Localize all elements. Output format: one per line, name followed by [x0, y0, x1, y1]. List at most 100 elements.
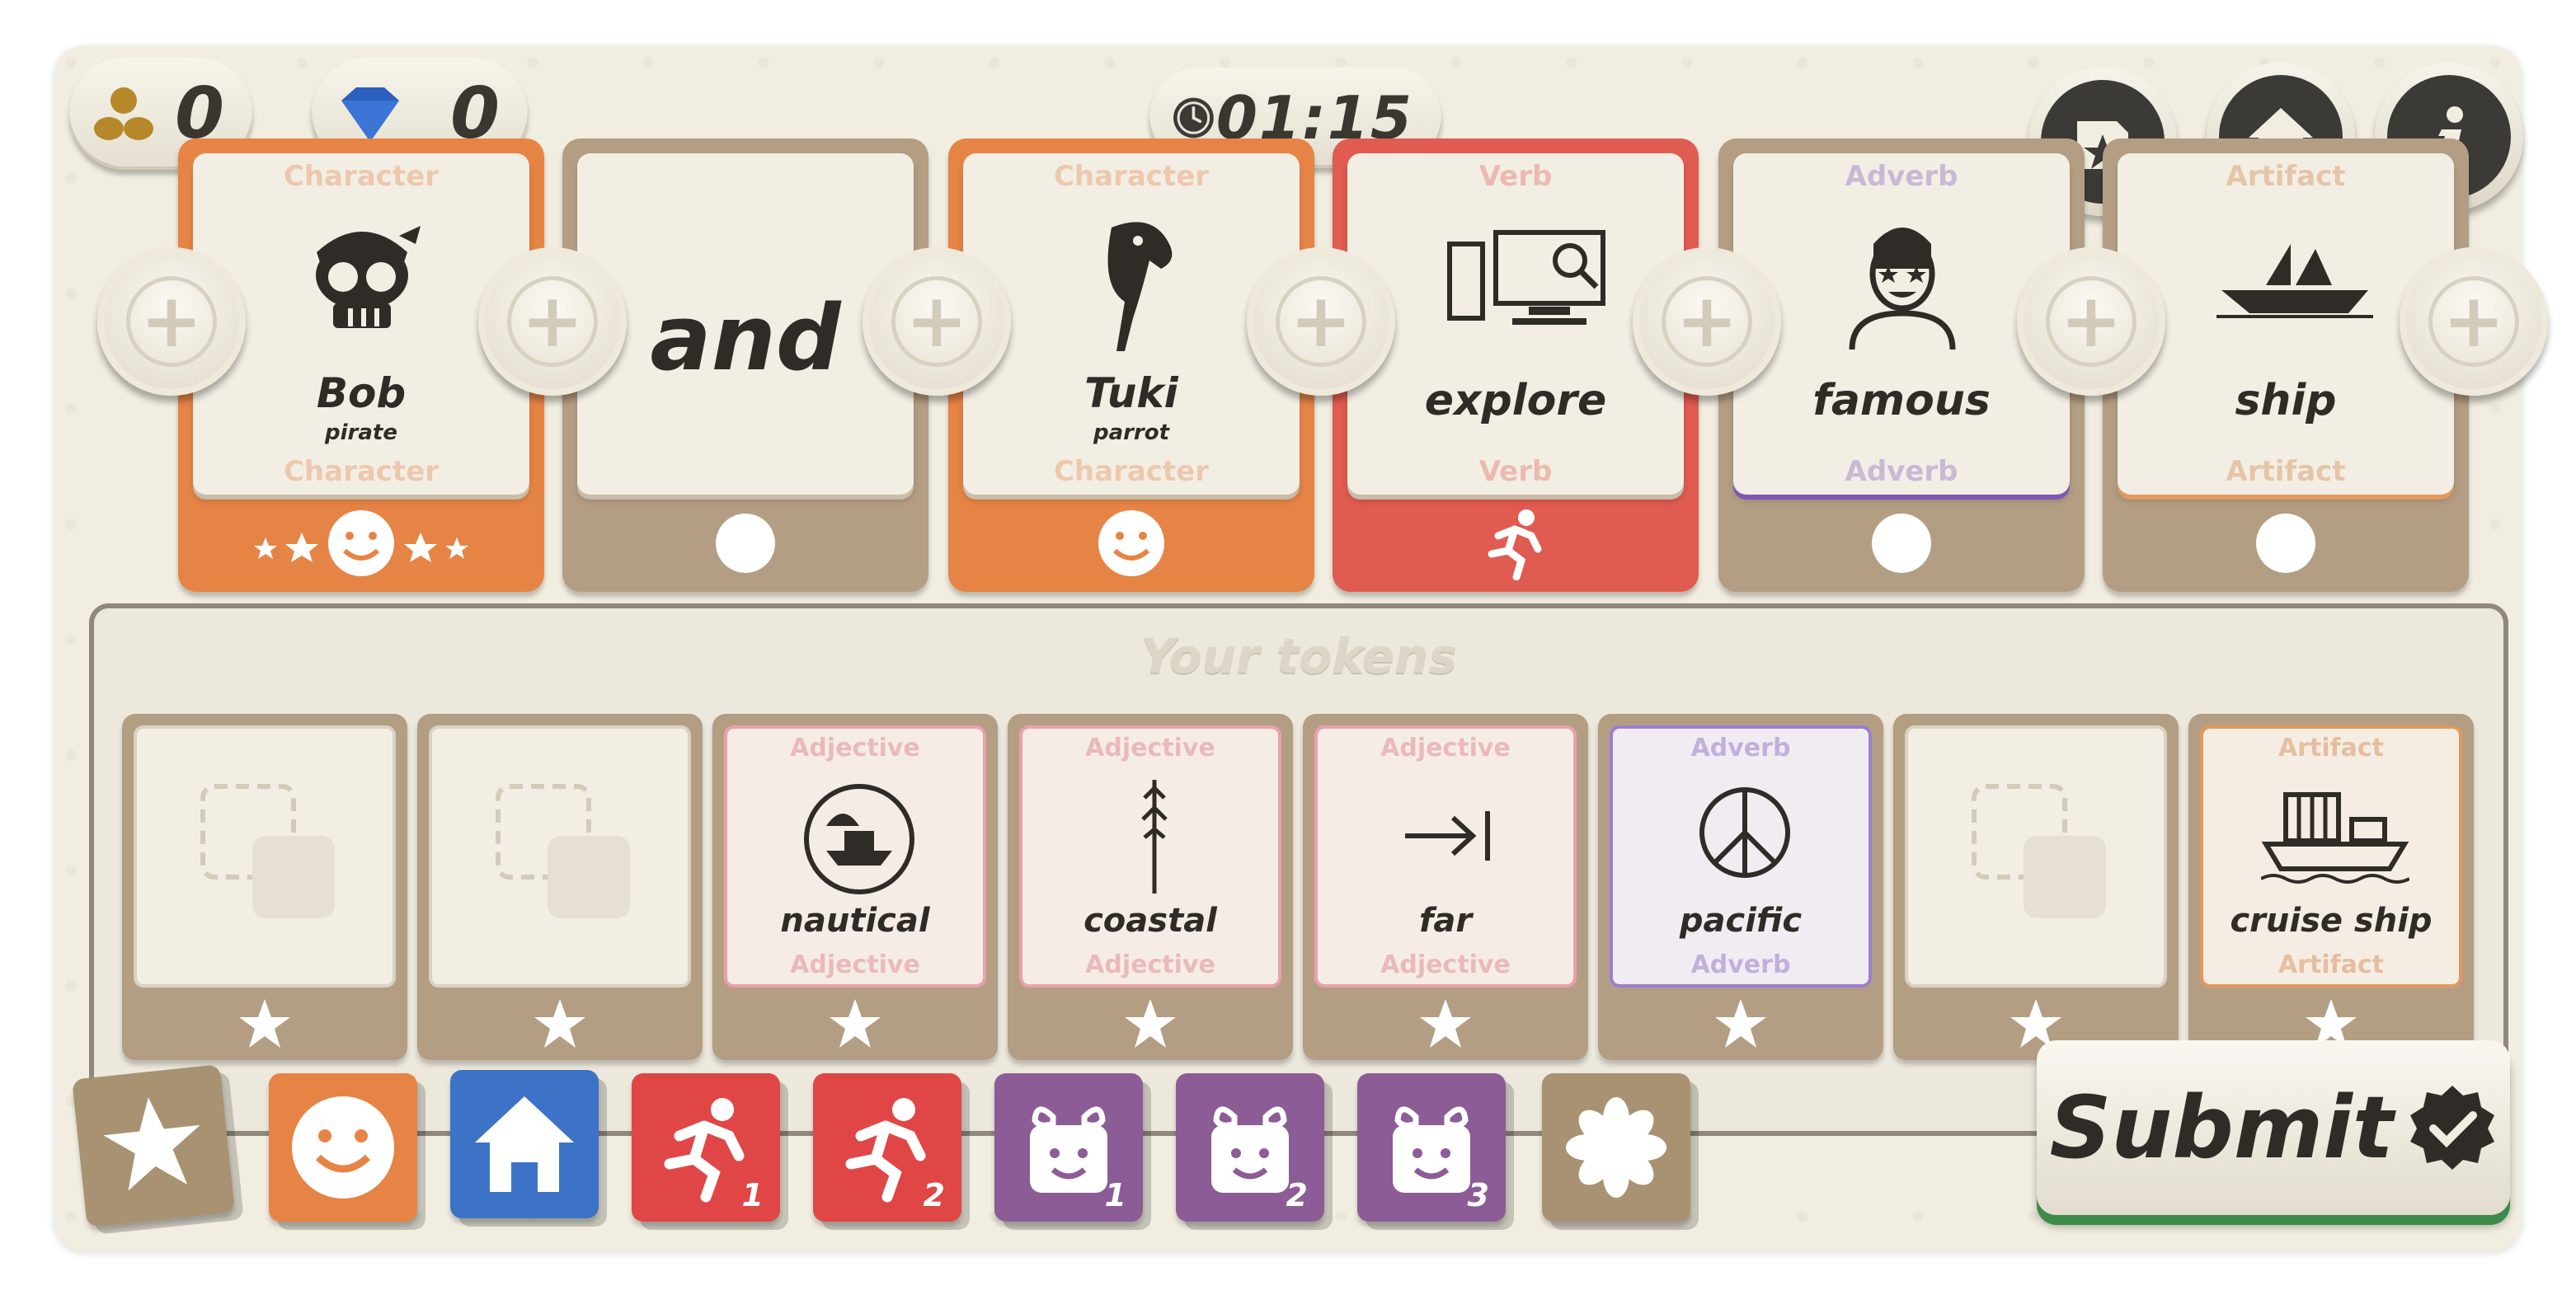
- category-die-verb-1[interactable]: 1: [632, 1073, 780, 1222]
- token-footer: [712, 989, 998, 1060]
- token-category: Adjective: [1380, 950, 1511, 979]
- word-token: Adjective nautical Adjective: [724, 725, 986, 988]
- empty-token: [134, 725, 396, 988]
- category-die-character[interactable]: [269, 1073, 417, 1222]
- flower-icon: [1872, 514, 1931, 573]
- word-token: Adverb pacific Adverb: [1610, 725, 1872, 988]
- token-cruise-ship[interactable]: Artifact cruise ship Artifact: [2188, 714, 2474, 1060]
- parrot-icon: [1107, 222, 1173, 351]
- die-number: 1: [741, 1177, 764, 1213]
- home-icon: [475, 1096, 574, 1192]
- empty-token: [1905, 725, 2167, 988]
- slot-footer: [948, 495, 1314, 592]
- sentence-slot-3[interactable]: Character Tuki parrot Character: [948, 138, 1314, 592]
- star-icon: [1715, 999, 1766, 1048]
- card-word: famous: [1812, 376, 1991, 425]
- die-number: 1: [1104, 1177, 1126, 1213]
- computer-search-icon: [1447, 230, 1605, 325]
- token-category: Artifact: [2278, 734, 2385, 762]
- sentence-slot-5[interactable]: Adverb famous Adverb: [1718, 138, 2085, 592]
- token-category: Artifact: [2278, 950, 2385, 979]
- token-slot-empty[interactable]: [1893, 714, 2179, 1060]
- insert-word-button[interactable]: +: [1247, 247, 1395, 396]
- token-word: nautical: [780, 902, 930, 940]
- card-category: Character: [1053, 455, 1210, 488]
- card-category: Artifact: [2226, 455, 2346, 488]
- submit-button[interactable]: Submit: [2037, 1040, 2510, 1215]
- token-pacific[interactable]: Adverb pacific Adverb: [1598, 714, 1883, 1060]
- category-die-connector[interactable]: [1542, 1073, 1690, 1222]
- coastal-tree-icon: [1141, 780, 1168, 894]
- word-token: Artifact cruise ship Artifact: [2200, 725, 2462, 988]
- slot-footer: [1333, 495, 1699, 592]
- category-die-gift-3[interactable]: 3: [1357, 1073, 1506, 1222]
- star-icon: [830, 999, 881, 1048]
- flower-icon: [716, 514, 775, 573]
- submit-label: Submit: [2049, 1077, 2394, 1178]
- gold-icon: [94, 87, 153, 140]
- star-icon: [1125, 999, 1176, 1048]
- category-die-star[interactable]: [72, 1064, 235, 1227]
- die-number: 2: [1286, 1177, 1308, 1213]
- token-nautical[interactable]: Adjective nautical Adjective: [712, 714, 998, 1060]
- token-slot-empty[interactable]: [417, 714, 703, 1060]
- token-word: coastal: [1084, 902, 1217, 940]
- card-word: Bob: [316, 369, 407, 417]
- flower-icon: [1566, 1097, 1666, 1198]
- die-number: 3: [1467, 1177, 1489, 1213]
- ship-icon: [2216, 244, 2373, 318]
- card-word: and: [650, 285, 841, 391]
- cruise-ship-icon: [2261, 792, 2409, 884]
- die-number: 2: [923, 1177, 945, 1213]
- insert-word-button[interactable]: +: [97, 247, 246, 396]
- card-word: Tuki: [1084, 369, 1178, 417]
- insert-word-button[interactable]: +: [863, 247, 1011, 396]
- drag-placeholder-icon: [200, 784, 335, 918]
- card-category: Verb: [1478, 455, 1553, 488]
- token-footer: [1598, 989, 1883, 1060]
- smiley-icon: [1098, 510, 1164, 576]
- flower-icon: [2256, 514, 2315, 573]
- token-footer: [417, 989, 703, 1060]
- insert-word-button[interactable]: +: [478, 247, 627, 396]
- token-footer: [1008, 989, 1293, 1060]
- gem-icon: [341, 87, 399, 142]
- category-die-gift-2[interactable]: 2: [1176, 1073, 1324, 1222]
- token-word: far: [1418, 902, 1473, 940]
- category-die-verb-2[interactable]: 2: [813, 1073, 961, 1222]
- card-category: Character: [283, 160, 440, 193]
- slot-footer: [178, 495, 544, 592]
- token-footer: [1303, 989, 1588, 1060]
- empty-token: [429, 725, 691, 988]
- token-footer: [122, 989, 407, 1060]
- card-category: Character: [1053, 160, 1210, 193]
- token-word: cruise ship: [2230, 902, 2433, 940]
- token-slot-empty[interactable]: [122, 714, 407, 1060]
- category-die-place[interactable]: [450, 1070, 599, 1218]
- insert-word-button[interactable]: +: [2017, 247, 2165, 396]
- famous-person-icon: [1849, 228, 1956, 350]
- drag-placeholder-icon: [1972, 784, 2106, 918]
- token-coastal[interactable]: Adjective coastal Adjective: [1008, 714, 1293, 1060]
- insert-word-button[interactable]: +: [2400, 247, 2548, 396]
- card-word: explore: [1424, 376, 1607, 425]
- nautical-icon: [804, 784, 914, 894]
- card-category: Adverb: [1845, 160, 1958, 193]
- token-category: Adverb: [1690, 950, 1791, 979]
- pirate-skull-icon: [316, 226, 421, 328]
- word-token: Adjective coastal Adjective: [1019, 725, 1281, 988]
- sentence-slot-1[interactable]: Character Bob pirate Character: [178, 138, 544, 592]
- category-die-gift-1[interactable]: 1: [994, 1073, 1143, 1222]
- token-category: Adjective: [790, 734, 920, 762]
- runner-icon: [1488, 509, 1542, 580]
- slot-footer: [562, 495, 928, 592]
- token-category: Adverb: [1690, 734, 1791, 762]
- sentence-slot-2[interactable]: and: [562, 138, 928, 592]
- star-icon: [1420, 999, 1471, 1048]
- insert-word-button[interactable]: +: [1633, 247, 1781, 396]
- token-category: Adjective: [1085, 950, 1215, 979]
- check-badge-icon: [2409, 1086, 2494, 1170]
- sentence-slot-4[interactable]: Verb explore Verb: [1333, 138, 1699, 592]
- token-far[interactable]: Adjective far Adjective: [1303, 714, 1588, 1060]
- card-subtitle: pirate: [325, 420, 397, 445]
